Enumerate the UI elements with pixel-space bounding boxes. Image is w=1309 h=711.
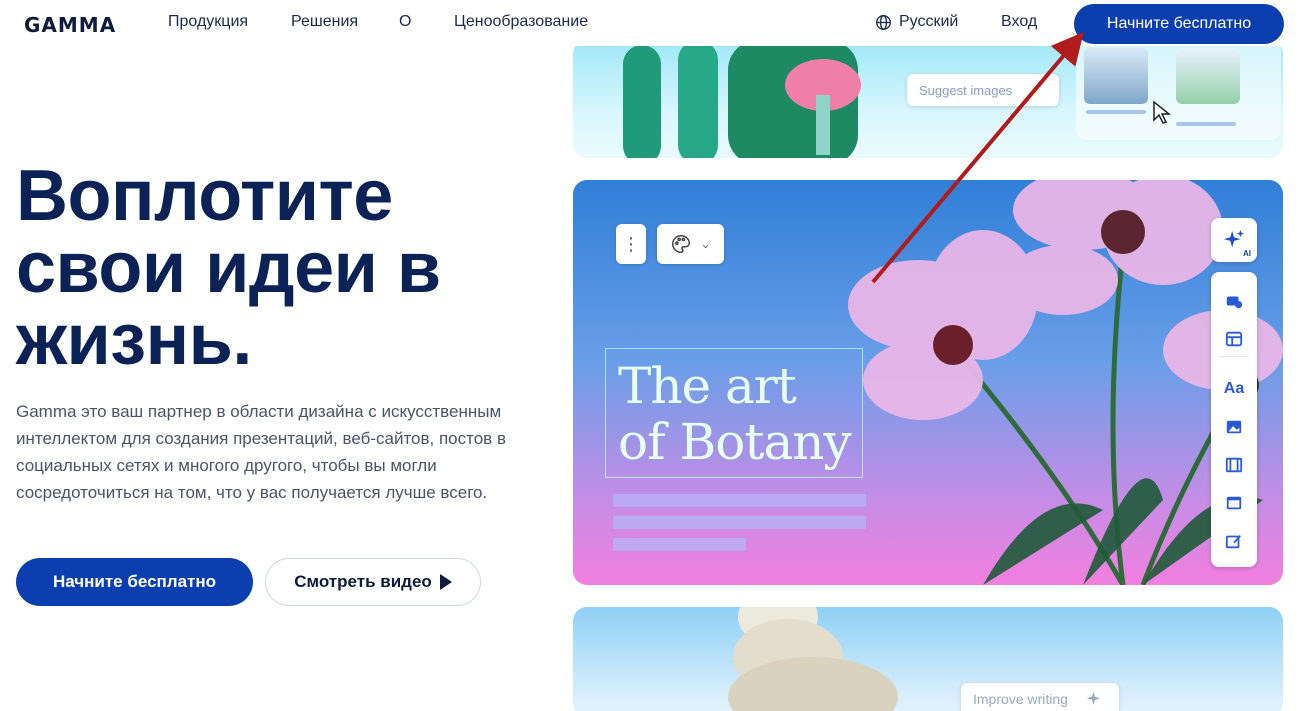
hero-description: Gamma это ваш партнер в области дизайна …: [16, 402, 506, 502]
add-card-icon[interactable]: [1223, 290, 1245, 312]
placeholder-text-line: [613, 538, 746, 551]
thumb-caption-line: [1086, 110, 1146, 114]
slide-title-line-1: The art: [618, 357, 797, 415]
login-link[interactable]: Вход: [1001, 13, 1037, 31]
ai-badge: AI: [1243, 249, 1251, 258]
improve-writing-button[interactable]: Improve writing: [961, 683, 1119, 711]
suggest-images-label: Suggest images: [919, 82, 1013, 98]
layout-icon[interactable]: [1223, 328, 1245, 350]
language-selector[interactable]: Русский: [875, 13, 958, 31]
embed-icon[interactable]: [1223, 492, 1245, 514]
toolbar-divider: [1219, 356, 1249, 357]
chevron-down-icon: ⌄: [700, 237, 711, 251]
image-suggestions-panel: [1076, 40, 1281, 140]
more-vertical-icon: ⋮: [622, 233, 640, 254]
hero-headline: Воплотите свои идеи в жизнь.: [16, 156, 441, 380]
thumb-caption-line: [1176, 122, 1236, 126]
sparkle-icon: [1086, 691, 1101, 705]
globe-icon: [876, 14, 891, 30]
nav-link-products[interactable]: Продукция: [168, 13, 248, 31]
video-icon[interactable]: [1223, 454, 1245, 476]
sparkle-icon: [1223, 229, 1245, 248]
watch-video-label: Смотреть видео: [294, 572, 432, 591]
top-nav: GAMMA Продукция Решения О Ценообразовани…: [0, 0, 1309, 46]
slide-title[interactable]: The art of Botany: [618, 357, 852, 471]
improve-writing-label: Improve writing: [973, 691, 1068, 707]
image-icon[interactable]: [1223, 416, 1245, 438]
nav-link-about[interactable]: О: [399, 13, 411, 31]
form-edit-icon[interactable]: [1223, 530, 1245, 552]
gamma-logo[interactable]: GAMMA: [24, 13, 116, 37]
feature-card-images: Suggest images: [573, 40, 1283, 158]
start-free-nav-button[interactable]: Начните бесплатно: [1074, 4, 1284, 44]
play-icon: [439, 574, 452, 590]
suggest-images-button[interactable]: Suggest images: [907, 74, 1059, 106]
card-menu-button[interactable]: ⋮: [616, 224, 646, 264]
start-free-button[interactable]: Начните бесплатно: [16, 558, 253, 606]
feature-card-botany: ⋮ ⌄ The art of Botany AI Aa: [573, 180, 1283, 585]
plants-illustration: [623, 40, 861, 158]
nav-link-solutions[interactable]: Решения: [291, 13, 358, 31]
language-label: Русский: [899, 13, 959, 30]
ai-assistant-button[interactable]: AI: [1211, 218, 1257, 262]
suggested-image-2[interactable]: [1176, 48, 1240, 104]
feature-card-writing: Improve writing: [573, 607, 1283, 711]
nav-link-pricing[interactable]: Ценообразование: [454, 13, 588, 31]
palette-icon: [672, 235, 691, 253]
cursor-icon: [1153, 100, 1172, 124]
text-format-icon[interactable]: Aa: [1223, 378, 1245, 400]
watch-video-button[interactable]: Смотреть видео: [265, 558, 481, 606]
editor-toolbar: Aa: [1211, 272, 1257, 567]
cloud-illustration: [728, 607, 898, 711]
placeholder-text-line: [613, 494, 866, 507]
slide-title-line-2: of Botany: [618, 413, 852, 471]
theme-picker-button[interactable]: ⌄: [657, 224, 724, 264]
suggested-image-1[interactable]: [1084, 48, 1148, 104]
placeholder-text-line: [613, 516, 866, 529]
